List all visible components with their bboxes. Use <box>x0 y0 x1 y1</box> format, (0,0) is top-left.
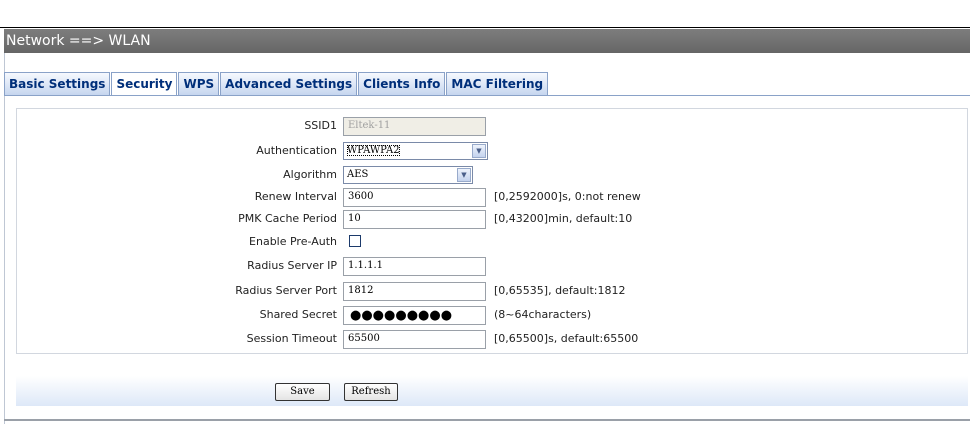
top-divider <box>0 27 970 28</box>
tab-advanced-settings[interactable]: Advanced Settings <box>220 72 358 95</box>
radius-port-input[interactable]: 1812 <box>343 282 486 301</box>
pmk-cache-row: PMK Cache Period 10 [0,43200]min, defaul… <box>17 209 969 229</box>
shared-secret-input[interactable]: ●●●●●●●●● <box>343 306 486 325</box>
session-timeout-label: Session Timeout <box>246 332 337 345</box>
shared-secret-row: Shared Secret ●●●●●●●●● (8~64characters) <box>17 305 969 325</box>
pre-auth-label: Enable Pre-Auth <box>249 235 337 248</box>
session-timeout-input[interactable]: 65500 <box>343 330 486 349</box>
renew-interval-label: Renew Interval <box>254 190 337 203</box>
session-timeout-hint: [0,65500]s, default:65500 <box>494 332 639 345</box>
ssid-label: SSID1 <box>304 119 337 132</box>
page-title: Network ==> WLAN <box>4 29 970 53</box>
tab-security[interactable]: Security <box>111 72 178 96</box>
algorithm-label: Algorithm <box>283 168 337 181</box>
shared-secret-label: Shared Secret <box>259 308 337 321</box>
refresh-button[interactable]: Refresh <box>344 383 398 401</box>
save-button[interactable]: Save <box>275 383 330 401</box>
bottom-divider <box>4 419 970 421</box>
radius-ip-input[interactable]: 1.1.1.1 <box>343 257 486 276</box>
tab-clients-info[interactable]: Clients Info <box>358 72 446 95</box>
shared-secret-hint: (8~64characters) <box>494 308 592 321</box>
chevron-down-icon[interactable]: ▼ <box>457 168 471 182</box>
tab-mac-filtering[interactable]: MAC Filtering <box>446 72 549 95</box>
radius-port-hint: [0,65535], default:1812 <box>494 284 626 297</box>
tab-divider <box>4 95 970 96</box>
algorithm-value: AES <box>347 169 369 180</box>
renew-interval-row: Renew Interval 3600 [0,2592000]s, 0:not … <box>17 187 969 207</box>
tab-basic-settings[interactable]: Basic Settings <box>4 72 111 95</box>
pmk-cache-hint: [0,43200]min, default:10 <box>494 212 633 225</box>
tab-wps[interactable]: WPS <box>178 72 220 95</box>
authentication-select[interactable]: WPAWPA2 ▼ <box>343 142 488 160</box>
pmk-cache-input[interactable]: 10 <box>343 210 486 229</box>
renew-interval-input[interactable]: 3600 <box>343 188 486 207</box>
authentication-value: WPAWPA2 <box>347 145 400 156</box>
authentication-row: Authentication WPAWPA2 ▼ <box>17 141 969 161</box>
algorithm-row: Algorithm AES ▼ <box>17 165 969 185</box>
radius-port-row: Radius Server Port 1812 [0,65535], defau… <box>17 281 969 301</box>
ssid-field: Eltek-11 <box>343 117 486 136</box>
algorithm-select[interactable]: AES ▼ <box>343 166 473 184</box>
pre-auth-row: Enable Pre-Auth <box>17 232 969 252</box>
pre-auth-checkbox[interactable] <box>349 235 361 247</box>
button-bar: Save Refresh <box>16 376 968 406</box>
pmk-cache-label: PMK Cache Period <box>238 212 337 225</box>
authentication-label: Authentication <box>256 144 337 157</box>
shared-secret-mask: ●●●●●●●●● <box>350 308 453 323</box>
security-form: SSID1 Eltek-11 Authentication WPAWPA2 ▼ … <box>16 108 968 354</box>
renew-interval-hint: [0,2592000]s, 0:not renew <box>494 190 641 203</box>
session-timeout-row: Session Timeout 65500 [0,65500]s, defaul… <box>17 329 969 349</box>
radius-port-label: Radius Server Port <box>235 284 337 297</box>
radius-ip-row: Radius Server IP 1.1.1.1 <box>17 256 969 276</box>
ssid-row: SSID1 Eltek-11 <box>17 116 969 136</box>
chevron-down-icon[interactable]: ▼ <box>472 144 486 158</box>
radius-ip-label: Radius Server IP <box>247 259 337 272</box>
tab-bar: Basic Settings Security WPS Advanced Set… <box>4 72 549 96</box>
